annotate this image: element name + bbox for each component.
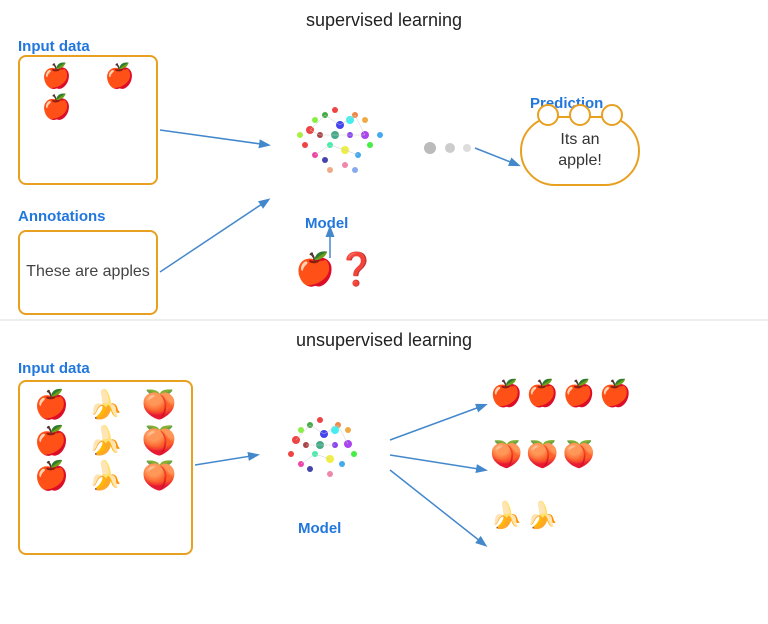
us-emoji-3: 🍑 [133,388,185,422]
us-emoji-6: 🍑 [133,424,185,458]
us-emoji-7: 🍎 [26,459,78,493]
supervised-input-label: Input data [18,38,90,55]
cluster-peach-2: 🍑 [526,439,558,470]
annotations-text: These are apples [26,262,150,283]
cloud-bump-3 [601,104,623,126]
us-emoji-9: 🍑 [133,459,185,493]
cloud-bump-2 [569,104,591,126]
cluster-peach-3: 🍑 [563,439,595,470]
prediction-text: Its an apple! [558,131,602,169]
apple-question-area: 🍎 ❓ [295,250,377,288]
annotations-box: These are apples [18,230,158,315]
prediction-bubble: Its an apple! [520,116,640,186]
clusters-area: 🍎 🍎 🍎 🍎 🍑 🍑 🍑 🍌 🍌 [490,378,760,539]
cluster-banana-1: 🍌 [490,500,522,531]
supervised-input-box: 🍎 🍎 🍎 [18,55,158,185]
apple-emoji-4 [89,94,150,123]
cluster-apple-3: 🍎 [563,378,595,409]
apple-emoji-3: 🍎 [26,94,87,123]
us-emoji-2: 🍌 [80,388,132,422]
unsupervised-title: unsupervised learning [0,330,768,351]
cluster-banana-2: 🍌 [526,500,558,531]
prediction-area: Prediction Its an apple! [520,95,640,186]
us-emoji-5: 🍌 [80,424,132,458]
supervised-input-emojis: 🍎 🍎 🍎 [20,57,156,129]
unsupervised-input-label: Input data [18,360,90,377]
cluster-apple-1: 🍎 [490,378,522,409]
cloud-bumps [532,104,628,126]
us-emoji-4: 🍎 [26,424,78,458]
cluster-peach-1: 🍑 [490,439,522,470]
apple-emoji-1: 🍎 [26,63,87,92]
cluster-row-apples: 🍎 🍎 🍎 🍎 [490,378,760,409]
question-icon: ❓ [337,250,377,288]
apple-icon: 🍎 [295,250,335,288]
main-container: supervised learning unsupervised learnin… [0,0,768,624]
cluster-row-peaches: 🍑 🍑 🍑 [490,439,760,470]
annotations-label: Annotations [18,208,106,225]
supervised-brain [276,90,400,200]
us-emoji-1: 🍎 [26,388,78,422]
cluster-apple-2: 🍎 [526,378,558,409]
cluster-row-bananas: 🍌 🍌 [490,500,760,531]
supervised-title: supervised learning [0,10,768,31]
cloud-bump-1 [537,104,559,126]
apple-emoji-2: 🍎 [89,63,150,92]
cluster-apple-4: 🍎 [599,378,631,409]
model-label-unsupervised: Model [298,520,341,537]
unsupervised-brain [265,402,381,502]
us-emoji-8: 🍌 [80,459,132,493]
model-label-supervised: Model [305,215,348,232]
unsupervised-input-box: 🍎 🍌 🍑 🍎 🍌 🍑 🍎 🍌 🍑 [18,380,193,555]
unsupervised-input-emojis: 🍎 🍌 🍑 🍎 🍌 🍑 🍎 🍌 🍑 [20,382,191,499]
